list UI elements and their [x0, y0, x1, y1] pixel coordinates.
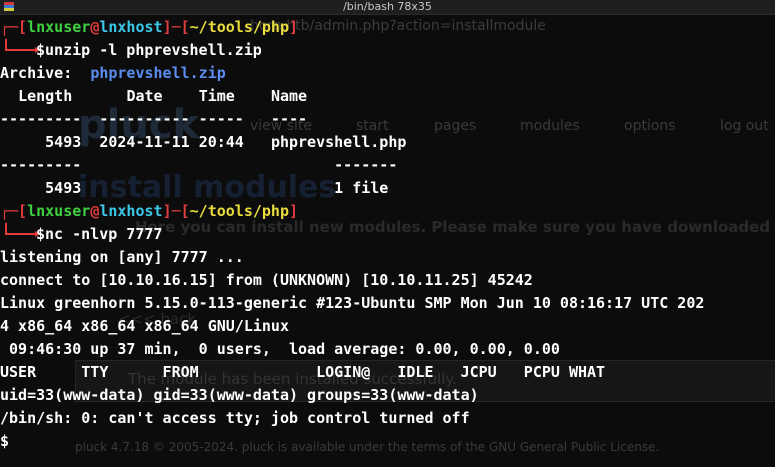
row-name: phprevshell.php	[270, 133, 407, 151]
header-length: Length	[18, 87, 73, 105]
total-files: 1 file	[334, 179, 389, 197]
shell-prompt[interactable]: $	[0, 430, 9, 453]
prompt-host: lnxhost	[99, 18, 163, 36]
command-line: $nc -nlvp 7777	[36, 223, 162, 246]
output-line: listening on [any] 7777 ...	[0, 248, 244, 266]
output-line: USER TTY FROM LOGIN@ IDLE JCPU PCPU WHAT	[0, 363, 606, 381]
listing-footer-separator: --------- -------	[0, 154, 397, 177]
prompt-symbol: $	[36, 41, 46, 59]
row-date: 2024-11-11	[99, 133, 190, 151]
prompt-symbol: $	[36, 225, 46, 243]
prompt-user: lnxuser	[27, 202, 91, 220]
output-line: 09:46:30 up 37 min, 0 users, load averag…	[0, 340, 560, 358]
output-line: 4 x86_64 x86_64 x86_64 GNU/Linux	[0, 317, 289, 335]
prompt-host: lnxhost	[99, 202, 163, 220]
prompt-path: ~/tools/php	[189, 202, 289, 220]
archive-line: Archive: phprevshell.zip	[0, 62, 226, 85]
command-text: nc -nlvp 7777	[45, 225, 163, 243]
prompt-user: lnxuser	[27, 18, 91, 36]
prompt-path: ~/tools/php	[189, 18, 289, 36]
listing-separator: --------- ---------- ----- ----	[0, 110, 308, 128]
listing-total: 5493 1 file	[0, 177, 388, 200]
prompt-at: @	[90, 202, 100, 220]
total-length: 5493	[45, 179, 82, 197]
row-time: 20:44	[198, 133, 244, 151]
footer-separator-left: ---------	[0, 156, 82, 174]
footer-separator-right: -------	[334, 156, 398, 174]
output-line: /bin/sh: 0: can't access tty; job contro…	[0, 409, 470, 427]
command-line: $unzip -l phprevshell.zip	[36, 39, 262, 62]
header-time: Time	[198, 87, 235, 105]
window-titlebar[interactable]: /bin/bash 78x35	[0, 0, 775, 15]
table-row: 5493 2024-11-11 20:44 phprevshell.php	[0, 131, 406, 154]
window-title: /bin/bash 78x35	[343, 0, 432, 13]
output-line: connect to [10.10.16.15] from (UNKNOWN) …	[0, 271, 533, 289]
prompt-line: ┌─[lnxuser@lnxhost]─[~/tools/php]	[0, 18, 299, 36]
prompt-line: ┌─[lnxuser@lnxhost]─[~/tools/php]	[0, 202, 299, 220]
archive-name: phprevshell.zip	[90, 64, 226, 82]
command-text: unzip -l phprevshell.zip	[45, 41, 262, 59]
prompt-at: @	[90, 18, 100, 36]
output-line: Linux greenhorn 5.15.0-113-generic #123-…	[0, 294, 705, 312]
header-date: Date	[126, 87, 163, 105]
listing-header: Length Date Time Name	[0, 85, 307, 108]
terminal-output[interactable]: ┌─[lnxuser@lnxhost]─[~/tools/php] $unzip…	[0, 16, 775, 467]
archive-label: Archive:	[0, 64, 73, 82]
header-name: Name	[270, 87, 308, 105]
row-length: 5493	[45, 133, 82, 151]
output-line: uid=33(www-data) gid=33(www-data) groups…	[0, 386, 479, 404]
